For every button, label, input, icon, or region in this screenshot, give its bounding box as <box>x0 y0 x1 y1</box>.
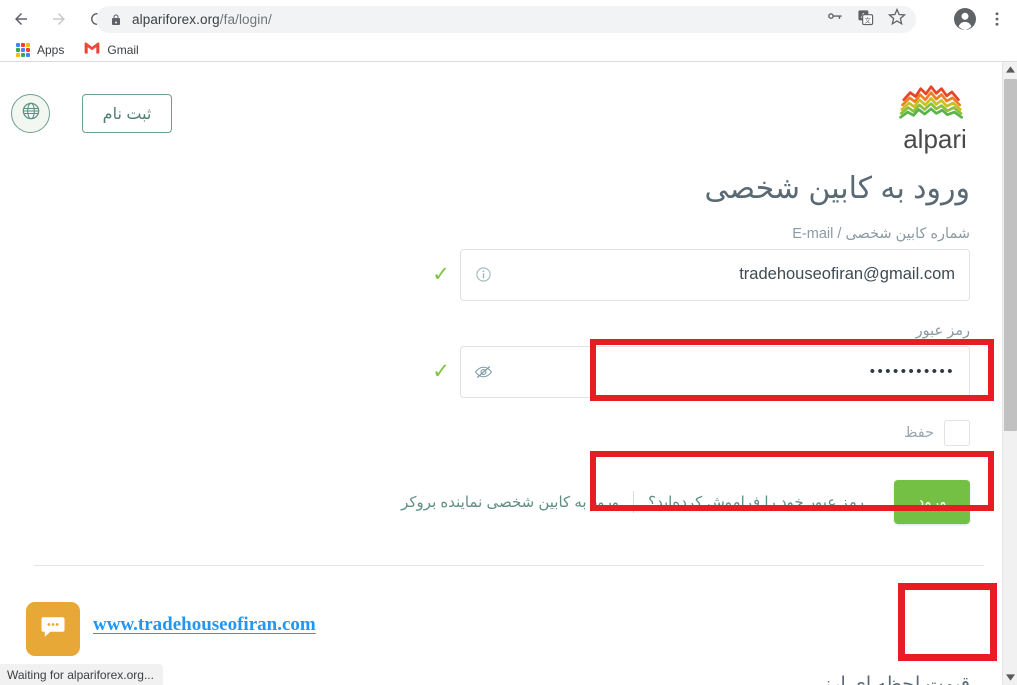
gmail-icon <box>84 41 100 59</box>
bookmark-star-icon[interactable] <box>887 7 907 31</box>
email-valid-check-icon: ✓ <box>432 263 450 286</box>
annotation-box-login-button <box>898 583 997 661</box>
language-globe-button[interactable] <box>11 94 50 133</box>
bookmark-apps[interactable]: Apps <box>8 41 72 59</box>
chat-bubble-icon <box>40 615 66 644</box>
link-divider <box>633 491 635 513</box>
alpari-logo-mark <box>899 85 964 119</box>
browser-chrome: alpariforex.org/fa/login/ A文 <box>0 0 1017 62</box>
lock-icon <box>110 13 122 27</box>
scrollbar-down-arrow[interactable] <box>1003 670 1017 685</box>
url-host: alpariforex.org <box>132 12 220 27</box>
translate-icon[interactable]: A文 <box>857 9 874 31</box>
back-arrow-icon[interactable] <box>4 2 38 36</box>
forward-arrow-icon <box>42 2 76 36</box>
bookmark-gmail-label: Gmail <box>107 43 139 57</box>
address-bar[interactable]: alpariforex.org/fa/login/ A文 <box>96 6 916 33</box>
omnibox-actions: A文 <box>826 6 907 33</box>
bookmarks-bar: Apps Gmail <box>0 38 1017 62</box>
chrome-right-controls <box>951 0 1011 38</box>
three-dot-menu-icon[interactable] <box>983 5 1011 33</box>
key-icon[interactable] <box>826 9 843 31</box>
scrollbar-up-arrow[interactable] <box>1003 62 1017 77</box>
remember-label: حفظ <box>903 424 934 441</box>
browser-toolbar: alpariforex.org/fa/login/ A文 <box>0 0 1017 38</box>
email-input-box[interactable]: tradehouseofiran@gmail.com <box>460 248 970 301</box>
page-title: ورود به کابین شخصی <box>704 172 970 205</box>
svg-text:文: 文 <box>864 15 871 24</box>
eye-slash-icon[interactable] <box>461 364 505 380</box>
email-field-label: شماره کابین شخصی / E-mail <box>792 225 970 242</box>
helper-links: رمز عبور خود را فراموش کرده‌اید؟ ورود به… <box>401 491 864 513</box>
form-actions-row: ورود رمز عبور خود را فراموش کرده‌اید؟ ور… <box>310 480 970 524</box>
register-button[interactable]: ثبت نام <box>82 94 172 133</box>
url-path: /fa/login/ <box>219 12 272 27</box>
profile-avatar-icon[interactable] <box>951 5 979 33</box>
alpari-logo-text: alpari <box>903 124 967 154</box>
register-button-label: ثبت نام <box>102 105 152 123</box>
status-bar-text: Waiting for alpariforex.org... <box>7 667 154 682</box>
footer-divider <box>34 565 984 566</box>
cut-off-footer-text: قیمت لحظه ای ارز <box>822 674 970 685</box>
password-input-box[interactable]: ••••••••••• <box>460 345 970 398</box>
password-field-row: ✓ ••••••••••• <box>430 345 970 398</box>
broker-agent-login-link[interactable]: ورود به کابین شخصی نماینده بروکر <box>401 493 619 511</box>
password-field-label: رمز عبور <box>915 322 970 339</box>
status-bar: Waiting for alpariforex.org... <box>0 664 163 685</box>
url-text: alpariforex.org/fa/login/ <box>132 12 272 27</box>
page-scrollbar[interactable] <box>1002 62 1017 685</box>
password-valid-check-icon: ✓ <box>432 360 450 383</box>
watermark-link[interactable]: www.tradehouseofiran.com <box>93 614 316 636</box>
info-icon[interactable] <box>461 266 505 283</box>
bookmark-apps-label: Apps <box>37 43 65 57</box>
login-button-label: ورود <box>917 493 947 511</box>
remember-row: حفظ <box>430 419 970 446</box>
remember-checkbox[interactable] <box>944 419 970 446</box>
bookmark-gmail[interactable]: Gmail <box>76 39 146 61</box>
password-input-value[interactable]: ••••••••••• <box>505 347 969 397</box>
apps-grid-icon <box>16 43 30 57</box>
email-field-row: ✓ tradehouseofiran@gmail.com <box>430 248 970 301</box>
login-button[interactable]: ورود <box>894 480 970 524</box>
login-form: ورود به کابین شخصی شماره کابین شخصی / E-… <box>430 170 970 446</box>
alpari-logo: alpari <box>896 82 974 152</box>
page-viewport: ثبت نام alpari ورود به کابین شخصی شماره … <box>0 62 1002 685</box>
email-input-value[interactable]: tradehouseofiran@gmail.com <box>505 250 969 300</box>
scrollbar-thumb[interactable] <box>1004 79 1017 431</box>
forgot-password-link[interactable]: رمز عبور خود را فراموش کرده‌اید؟ <box>648 493 864 511</box>
globe-icon <box>21 101 41 126</box>
chat-widget-button[interactable] <box>26 602 80 656</box>
